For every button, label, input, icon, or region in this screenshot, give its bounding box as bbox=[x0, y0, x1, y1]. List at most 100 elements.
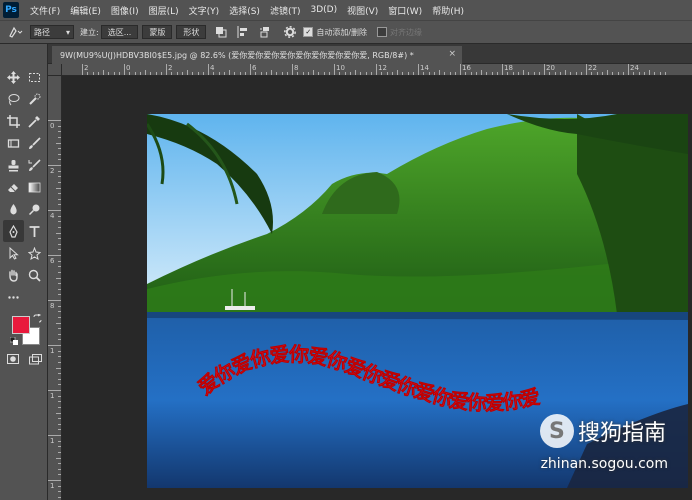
ruler-tick bbox=[58, 243, 61, 245]
history-brush-tool[interactable] bbox=[24, 154, 45, 176]
swap-colors-icon[interactable] bbox=[33, 314, 42, 323]
horizontal-ruler[interactable]: 2 0 2 4 6 8 10 12 14 16 18 20 22 24 bbox=[62, 64, 692, 76]
ruler-tick bbox=[355, 70, 356, 75]
brush-tool[interactable] bbox=[24, 132, 45, 154]
zoom-magnifier-icon bbox=[28, 269, 41, 282]
gradient-tool[interactable] bbox=[24, 176, 45, 198]
marquee-tool[interactable] bbox=[24, 66, 45, 88]
ruler-tick bbox=[365, 72, 367, 75]
align-edges-checkbox[interactable] bbox=[377, 27, 388, 37]
dodge-tool[interactable] bbox=[24, 198, 45, 220]
make-shape-button[interactable]: 形状 bbox=[176, 25, 207, 39]
ruler-tick bbox=[145, 70, 146, 75]
screen-mode-icon[interactable] bbox=[29, 354, 42, 365]
menu-select[interactable]: 选择(S) bbox=[224, 4, 265, 17]
ruler-tick bbox=[56, 322, 61, 324]
ruler-tick bbox=[659, 72, 661, 75]
ruler-tick bbox=[523, 70, 524, 75]
menu-image[interactable]: 图像(I) bbox=[106, 4, 144, 17]
menu-file[interactable]: 文件(F) bbox=[25, 4, 65, 17]
frame-tool[interactable] bbox=[3, 132, 24, 154]
settings-button[interactable] bbox=[282, 24, 298, 40]
gear-icon bbox=[284, 26, 297, 38]
ruler-tick bbox=[58, 356, 61, 358]
path-operations-button[interactable] bbox=[213, 24, 229, 40]
eyedropper-tool[interactable] bbox=[24, 110, 45, 132]
ruler-tick bbox=[218, 72, 220, 75]
tool-preset-picker[interactable] bbox=[0, 26, 30, 38]
clone-stamp-tool[interactable] bbox=[3, 154, 24, 176]
edit-toolbar-button[interactable] bbox=[3, 286, 24, 308]
foreground-color-swatch[interactable] bbox=[12, 316, 30, 334]
default-colors-icon[interactable] bbox=[10, 337, 18, 345]
ruler-tick bbox=[580, 72, 582, 75]
quick-mask-icon[interactable] bbox=[7, 354, 19, 364]
quick-selection-icon bbox=[29, 93, 41, 105]
make-selection-button[interactable]: 选区... bbox=[100, 25, 139, 39]
ruler-tick bbox=[192, 72, 194, 75]
ruler-tick bbox=[58, 468, 61, 470]
zoom-tool[interactable] bbox=[24, 264, 45, 286]
ruler-tick bbox=[360, 72, 362, 75]
path-alignment-button[interactable] bbox=[235, 24, 251, 40]
ruler-tick bbox=[565, 70, 566, 75]
close-icon[interactable]: × bbox=[448, 49, 456, 59]
menu-help[interactable]: 帮助(H) bbox=[427, 4, 469, 17]
auto-add-delete-checkbox[interactable]: ✓ bbox=[303, 27, 314, 37]
document-tab[interactable]: 9W(MU9%U(J)HDBV3BI0$E5.jpg @ 82.6% (爱你爱你… bbox=[52, 46, 462, 64]
eraser-tool[interactable] bbox=[3, 176, 24, 198]
path-arrangement-button[interactable] bbox=[257, 24, 273, 40]
blur-tool[interactable] bbox=[3, 198, 24, 220]
menu-3d[interactable]: 3D(D) bbox=[305, 5, 342, 15]
quick-selection-tool[interactable] bbox=[24, 88, 45, 110]
vertical-ruler[interactable]: 0 2 4 6 8 1 1 1 1 bbox=[48, 76, 62, 500]
pen-icon bbox=[9, 224, 18, 238]
ruler-tick bbox=[439, 70, 440, 75]
ruler-tick bbox=[181, 72, 183, 75]
lasso-tool[interactable] bbox=[3, 88, 24, 110]
make-label: 建立: bbox=[80, 27, 99, 37]
ruler-tick bbox=[470, 72, 472, 75]
ruler-tick bbox=[418, 64, 419, 75]
ruler-tick bbox=[649, 70, 650, 75]
ruler-tick bbox=[570, 72, 572, 75]
ruler-tick bbox=[58, 266, 61, 268]
ruler-origin[interactable] bbox=[48, 64, 62, 76]
ruler-top-label: 8 bbox=[294, 64, 299, 72]
pen-tool[interactable] bbox=[3, 220, 24, 242]
ruler-tick bbox=[56, 142, 61, 144]
ruler-tick bbox=[58, 283, 61, 285]
ruler-tick bbox=[507, 72, 509, 75]
ruler-tick bbox=[134, 72, 136, 75]
ruler-tick bbox=[517, 72, 519, 75]
ruler-tick bbox=[87, 72, 89, 75]
ruler-tick bbox=[664, 72, 666, 75]
ruler-tick bbox=[58, 491, 61, 493]
type-tool[interactable] bbox=[24, 220, 45, 242]
auto-add-delete-label: 自动添加/删除 bbox=[316, 27, 368, 37]
crop-tool[interactable] bbox=[3, 110, 24, 132]
ruler-tick bbox=[575, 72, 577, 75]
ruler-tick bbox=[58, 288, 61, 290]
make-mask-button[interactable]: 蒙版 bbox=[142, 25, 173, 39]
menu-layer[interactable]: 图层(L) bbox=[144, 4, 184, 17]
tool-mode-value: 路径 bbox=[34, 27, 50, 37]
menu-window[interactable]: 窗口(W) bbox=[383, 4, 427, 17]
menu-edit[interactable]: 编辑(E) bbox=[65, 4, 106, 17]
document-title: 9W(MU9%U(J)HDBV3BI0$E5.jpg @ 82.6% (爱你爱你… bbox=[60, 50, 414, 60]
gradient-icon bbox=[28, 182, 41, 192]
ruler-tick bbox=[612, 72, 614, 75]
sogou-watermark: S 搜狗指南 bbox=[539, 414, 666, 448]
hand-tool[interactable] bbox=[3, 264, 24, 286]
tool-mode-select[interactable]: 路径 ▾ bbox=[30, 25, 74, 39]
move-tool[interactable] bbox=[3, 66, 24, 88]
menu-type[interactable]: 文字(Y) bbox=[184, 4, 225, 17]
ruler-tick bbox=[491, 72, 493, 75]
menu-filter[interactable]: 滤镜(T) bbox=[265, 4, 306, 17]
ruler-tick bbox=[58, 226, 61, 228]
path-selection-tool[interactable] bbox=[3, 242, 24, 264]
ruler-tick bbox=[56, 232, 61, 234]
custom-shape-tool[interactable] bbox=[24, 242, 45, 264]
ruler-tick bbox=[187, 70, 188, 75]
menu-view[interactable]: 视图(V) bbox=[342, 4, 383, 17]
